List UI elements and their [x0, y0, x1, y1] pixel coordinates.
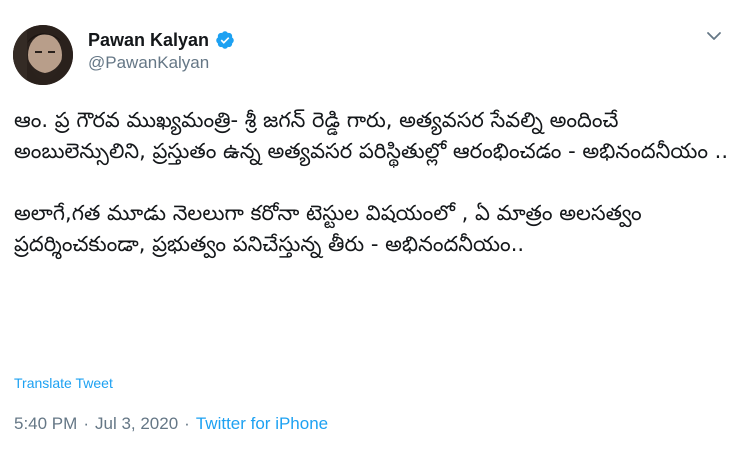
tweet-paragraph: అలాగే,గత మూడు నెలలుగా కరోనా టెస్టుల విషయ… [14, 201, 642, 256]
separator: · [184, 414, 190, 433]
tweet-date[interactable]: Jul 3, 2020 [95, 414, 178, 434]
verified-badge-icon [215, 30, 235, 50]
tweet-text: ఆం. ప్ర గౌరవ ముఖ్యమంత్రి- శ్రీ జగన్ రెడ్… [14, 105, 734, 260]
tweet-time[interactable]: 5:40 PM [14, 414, 77, 434]
chevron-down-icon[interactable] [705, 27, 723, 45]
avatar-photo [13, 25, 73, 85]
user-handle[interactable]: @PawanKalyan [88, 53, 209, 73]
avatar[interactable] [13, 25, 73, 85]
tweet-metadata: 5:40 PM · Jul 3, 2020 · Twitter for iPho… [14, 414, 328, 434]
translate-tweet-link[interactable]: Translate Tweet [14, 375, 113, 391]
tweet-source-link[interactable]: Twitter for iPhone [196, 414, 328, 434]
display-name[interactable]: Pawan Kalyan [88, 30, 209, 51]
tweet-card: Pawan Kalyan @PawanKalyan ఆం. ప్ర గౌరవ మ… [0, 0, 751, 449]
author-name-row[interactable]: Pawan Kalyan [88, 28, 235, 52]
separator: · [83, 414, 89, 433]
tweet-paragraph: ఆం. ప్ర గౌరవ ముఖ్యమంత్రి- శ్రీ జగన్ రెడ్… [14, 108, 729, 163]
